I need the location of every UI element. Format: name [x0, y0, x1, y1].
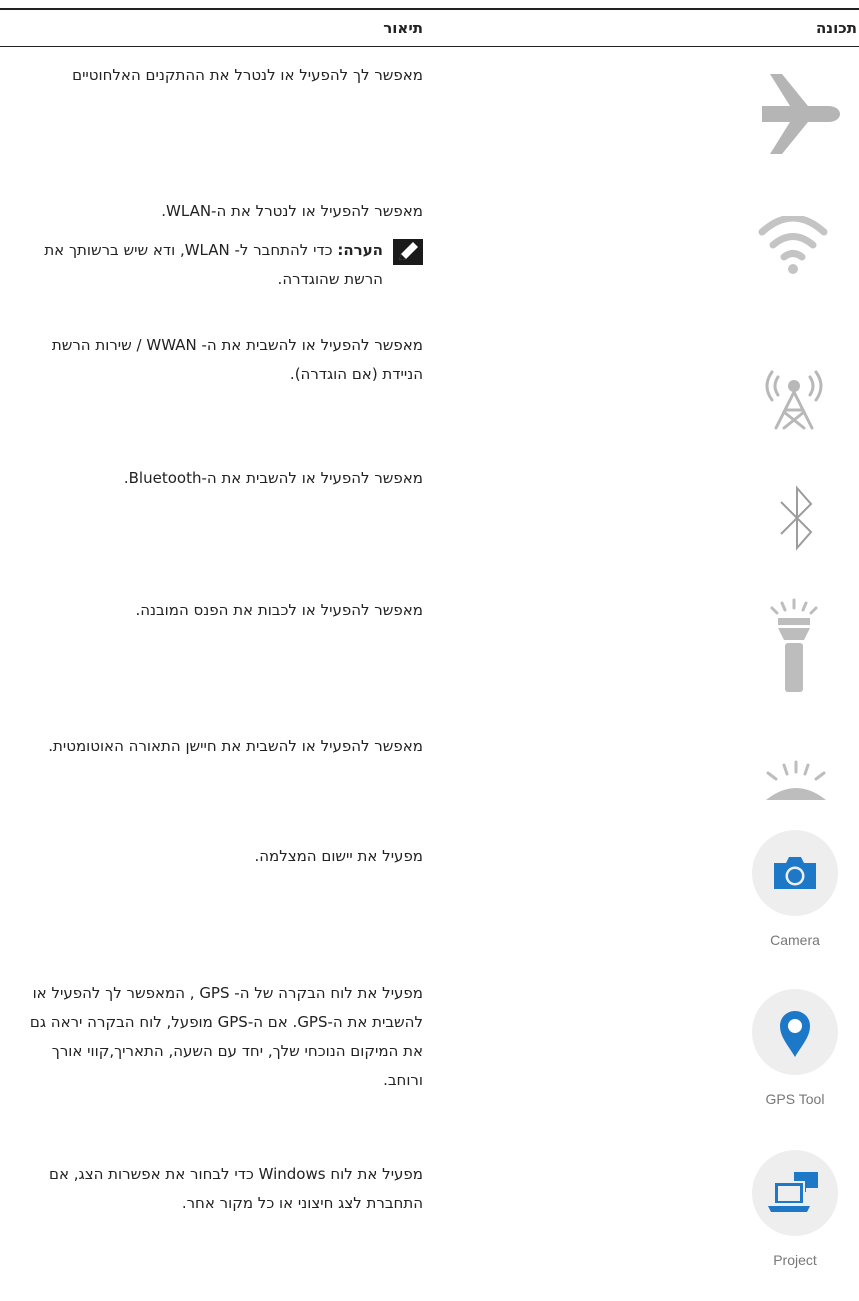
gps-pin-icon	[780, 1011, 810, 1057]
project-tile	[752, 1150, 838, 1236]
row-description: מפעיל את לוח הבקרה של ה- GPS , המאפשר לך…	[29, 984, 423, 1089]
row-description: מאפשר להפעיל או להשבית את חיישן התאורה ה…	[48, 737, 423, 755]
pencil-note-icon	[393, 239, 423, 265]
row-description: מפעיל את לוח Windows כדי לבחור את אפשרות…	[49, 1165, 423, 1212]
camera-tile	[752, 830, 838, 916]
row-description: מאפשר להפעיל או לנטרל את ה-WLAN.	[161, 202, 423, 220]
table-row: מאפשר להפעיל או להשבית את ה- WWAN / שירו…	[23, 331, 423, 389]
tile-caption: Camera	[770, 932, 820, 948]
wifi-icon	[758, 216, 828, 274]
tile-caption: Project	[773, 1252, 817, 1268]
table-row: מפעיל את לוח Windows כדי לבחור את אפשרות…	[23, 1160, 423, 1218]
table-row: מפעיל את לוח הבקרה של ה- GPS , המאפשר לך…	[23, 979, 423, 1095]
table-row: מאפשר להפעיל או לנטרל את ה-WLAN. הערה: כ…	[23, 197, 423, 294]
row-description: מאפשר להפעיל או להשבית את ה- WWAN / שירו…	[51, 336, 423, 383]
row-description: מאפשר לך להפעיל או לנטרל את ההתקנים האלח…	[72, 66, 423, 84]
bluetooth-icon	[780, 485, 813, 551]
description-column-header: תיאור	[383, 19, 423, 37]
note-text: הערה: כדי להתחבר ל- WLAN, ודא שיש ברשותך…	[23, 236, 383, 294]
table-row: מאפשר להפעיל או לכבות את הפנס המובנה.	[23, 596, 423, 625]
row-description: מאפשר להפעיל או לכבות את הפנס המובנה.	[135, 601, 423, 619]
note-box: הערה: כדי להתחבר ל- WLAN, ודא שיש ברשותך…	[23, 236, 423, 294]
note-label: הערה:	[337, 241, 383, 259]
cellular-tower-icon	[765, 370, 823, 430]
airplane-icon	[762, 74, 840, 154]
row-description: מאפשר להפעיל או להשבית את ה-Bluetooth.	[123, 469, 423, 487]
gps-tile	[752, 989, 838, 1075]
table-row: מאפשר להפעיל או להשבית את חיישן התאורה ה…	[23, 732, 423, 761]
table-row: מאפשר לך להפעיל או לנטרל את ההתקנים האלח…	[23, 61, 423, 90]
table-row: מפעיל את יישום המצלמה.	[23, 842, 423, 871]
row-description: מפעיל את יישום המצלמה.	[254, 847, 423, 865]
auto-light-sensor-icon	[766, 760, 826, 800]
feature-column-header: תכונה	[816, 19, 857, 37]
tile-caption: GPS Tool	[765, 1091, 825, 1107]
flashlight-icon	[770, 598, 818, 692]
table-top-rule	[0, 8, 859, 10]
header-rule	[0, 46, 859, 47]
project-display-icon	[768, 1172, 818, 1212]
note-body: כדי להתחבר ל- WLAN, ודא שיש ברשותך את הר…	[44, 241, 383, 288]
camera-icon	[774, 857, 816, 889]
table-row: מאפשר להפעיל או להשבית את ה-Bluetooth.	[23, 464, 423, 493]
